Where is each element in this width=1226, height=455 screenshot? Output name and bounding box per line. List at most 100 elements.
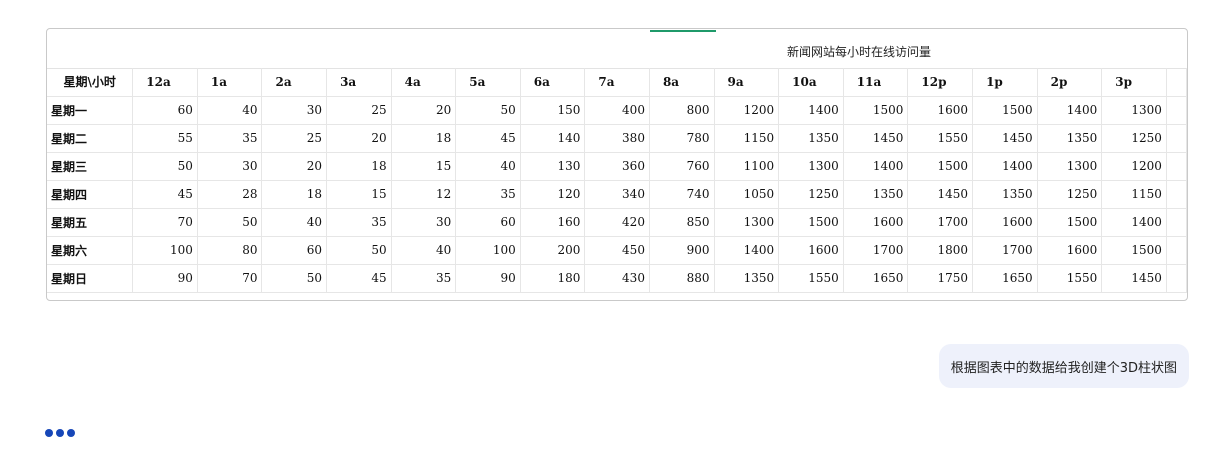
table-cell: 45 xyxy=(326,264,392,293)
table-cell: 880 xyxy=(649,264,715,293)
table-cell: 18 xyxy=(391,124,457,153)
user-message-bubble: 根据图表中的数据给我创建个3D柱状图 xyxy=(938,344,1189,388)
table-cell: 1550 xyxy=(907,124,974,153)
row-header: 星期一 xyxy=(47,96,134,125)
spacer-cell xyxy=(1166,96,1187,125)
table-cell: 50 xyxy=(197,208,263,237)
table-cell: 50 xyxy=(326,236,392,265)
table-cell: 1400 xyxy=(843,152,909,181)
spacer-cell xyxy=(1166,264,1187,293)
table-cell: 780 xyxy=(649,124,715,153)
table-cell: 1750 xyxy=(907,264,974,293)
row-header: 星期五 xyxy=(47,208,134,237)
table-cell: 40 xyxy=(197,96,263,125)
spacer-cell xyxy=(1166,152,1187,181)
column-header: 12p xyxy=(907,68,974,97)
table-cell: 60 xyxy=(132,96,198,125)
table-cell: 70 xyxy=(132,208,198,237)
table-cell: 35 xyxy=(455,180,521,209)
table-cell: 740 xyxy=(649,180,715,209)
title-row: 新闻网站每小时在线访问量 xyxy=(47,32,1187,69)
typing-dot xyxy=(45,429,53,437)
table-header-row: 星期\小时 12a 1a 2a 3a 4a 5a 6a 7a 8a 9a 10a 11a 12p 1p 2p… xyxy=(47,68,1187,97)
table-cell: 1400 xyxy=(1101,208,1167,237)
column-header: 5a xyxy=(455,68,521,97)
column-header: 12a xyxy=(132,68,198,97)
table-cell: 1600 xyxy=(1037,236,1103,265)
table-row: 星期六 100 80 60 50 40 100 200 450 900 1400 1600 1700 18… xyxy=(47,236,1187,265)
column-header: 4a xyxy=(391,68,457,97)
table-cell: 30 xyxy=(197,152,263,181)
typing-dot xyxy=(56,429,64,437)
table-cell: 340 xyxy=(584,180,650,209)
table-cell: 25 xyxy=(326,96,392,125)
table-cell: 1550 xyxy=(778,264,844,293)
table-cell: 420 xyxy=(584,208,650,237)
table-row: 星期三 50 30 20 18 15 40 130 360 760 1100 1300 1400 1500… xyxy=(47,152,1187,181)
table-cell: 50 xyxy=(132,152,198,181)
table-row: 星期日 90 70 50 45 35 90 180 430 880 1350 1550 1650 1750… xyxy=(47,264,1187,293)
table-cell: 1600 xyxy=(843,208,909,237)
user-message-text: 根据图表中的数据给我创建个3D柱状图 xyxy=(950,360,1177,376)
table-cell: 800 xyxy=(649,96,715,125)
table-cell: 1650 xyxy=(843,264,909,293)
table-cell: 45 xyxy=(455,124,521,153)
spreadsheet-preview: 新闻网站每小时在线访问量 星期\小时 12a 1a 2a 3a 4a 5a 6a 7a 8a 9a… xyxy=(46,28,1188,301)
table-cell: 360 xyxy=(584,152,650,181)
table-cell: 90 xyxy=(455,264,521,293)
table-cell: 25 xyxy=(261,124,328,153)
table-cell: 15 xyxy=(326,180,392,209)
table-cell: 1450 xyxy=(972,124,1038,153)
table-cell: 40 xyxy=(391,236,457,265)
table-cell: 30 xyxy=(391,208,457,237)
column-header: 9a xyxy=(714,68,780,97)
table-cell: 1050 xyxy=(714,180,780,209)
table-cell: 1500 xyxy=(1037,208,1103,237)
sheet-title: 新闻网站每小时在线访问量 xyxy=(787,45,932,59)
table-cell: 1350 xyxy=(714,264,780,293)
table-cell: 450 xyxy=(584,236,650,265)
column-header: 8a xyxy=(649,68,715,97)
corner-header: 星期\小时 xyxy=(47,68,134,97)
table-cell: 40 xyxy=(261,208,328,237)
table-cell: 35 xyxy=(197,124,263,153)
column-header: 11a xyxy=(843,68,909,97)
table-cell: 400 xyxy=(584,96,650,125)
table-cell: 1700 xyxy=(972,236,1038,265)
column-header: 2a xyxy=(261,68,328,97)
table-cell: 1600 xyxy=(778,236,844,265)
table-cell: 90 xyxy=(132,264,198,293)
table-cell: 1800 xyxy=(907,236,974,265)
table-cell: 35 xyxy=(326,208,392,237)
table-cell: 30 xyxy=(261,96,328,125)
row-header: 星期日 xyxy=(47,264,134,293)
table-cell: 900 xyxy=(649,236,715,265)
typing-dot xyxy=(67,429,75,437)
table-cell: 40 xyxy=(455,152,521,181)
table-cell: 150 xyxy=(520,96,586,125)
table-cell: 1500 xyxy=(843,96,909,125)
table-cell: 1400 xyxy=(714,236,780,265)
column-header: 6a xyxy=(520,68,586,97)
row-header: 星期六 xyxy=(47,236,134,265)
table-cell: 12 xyxy=(391,180,457,209)
table-cell: 1300 xyxy=(1101,96,1167,125)
table-cell: 1250 xyxy=(1101,124,1167,153)
table-cell: 20 xyxy=(326,124,392,153)
table-cell: 50 xyxy=(261,264,328,293)
table-cell: 1400 xyxy=(1037,96,1103,125)
table-cell: 55 xyxy=(132,124,198,153)
table-cell: 60 xyxy=(455,208,521,237)
row-header: 星期四 xyxy=(47,180,134,209)
spacer-cell xyxy=(1166,236,1187,265)
table-row: 星期五 70 50 40 35 30 60 160 420 850 1300 1500 1600 1700… xyxy=(47,208,1187,237)
table-cell: 1300 xyxy=(1037,152,1103,181)
table-cell: 18 xyxy=(261,180,328,209)
table-cell: 1500 xyxy=(778,208,844,237)
column-header: 10a xyxy=(778,68,844,97)
table-cell: 1300 xyxy=(778,152,844,181)
table-cell: 1600 xyxy=(972,208,1038,237)
spacer-cell xyxy=(1166,180,1187,209)
table-cell: 50 xyxy=(455,96,521,125)
table-cell: 1350 xyxy=(1037,124,1103,153)
